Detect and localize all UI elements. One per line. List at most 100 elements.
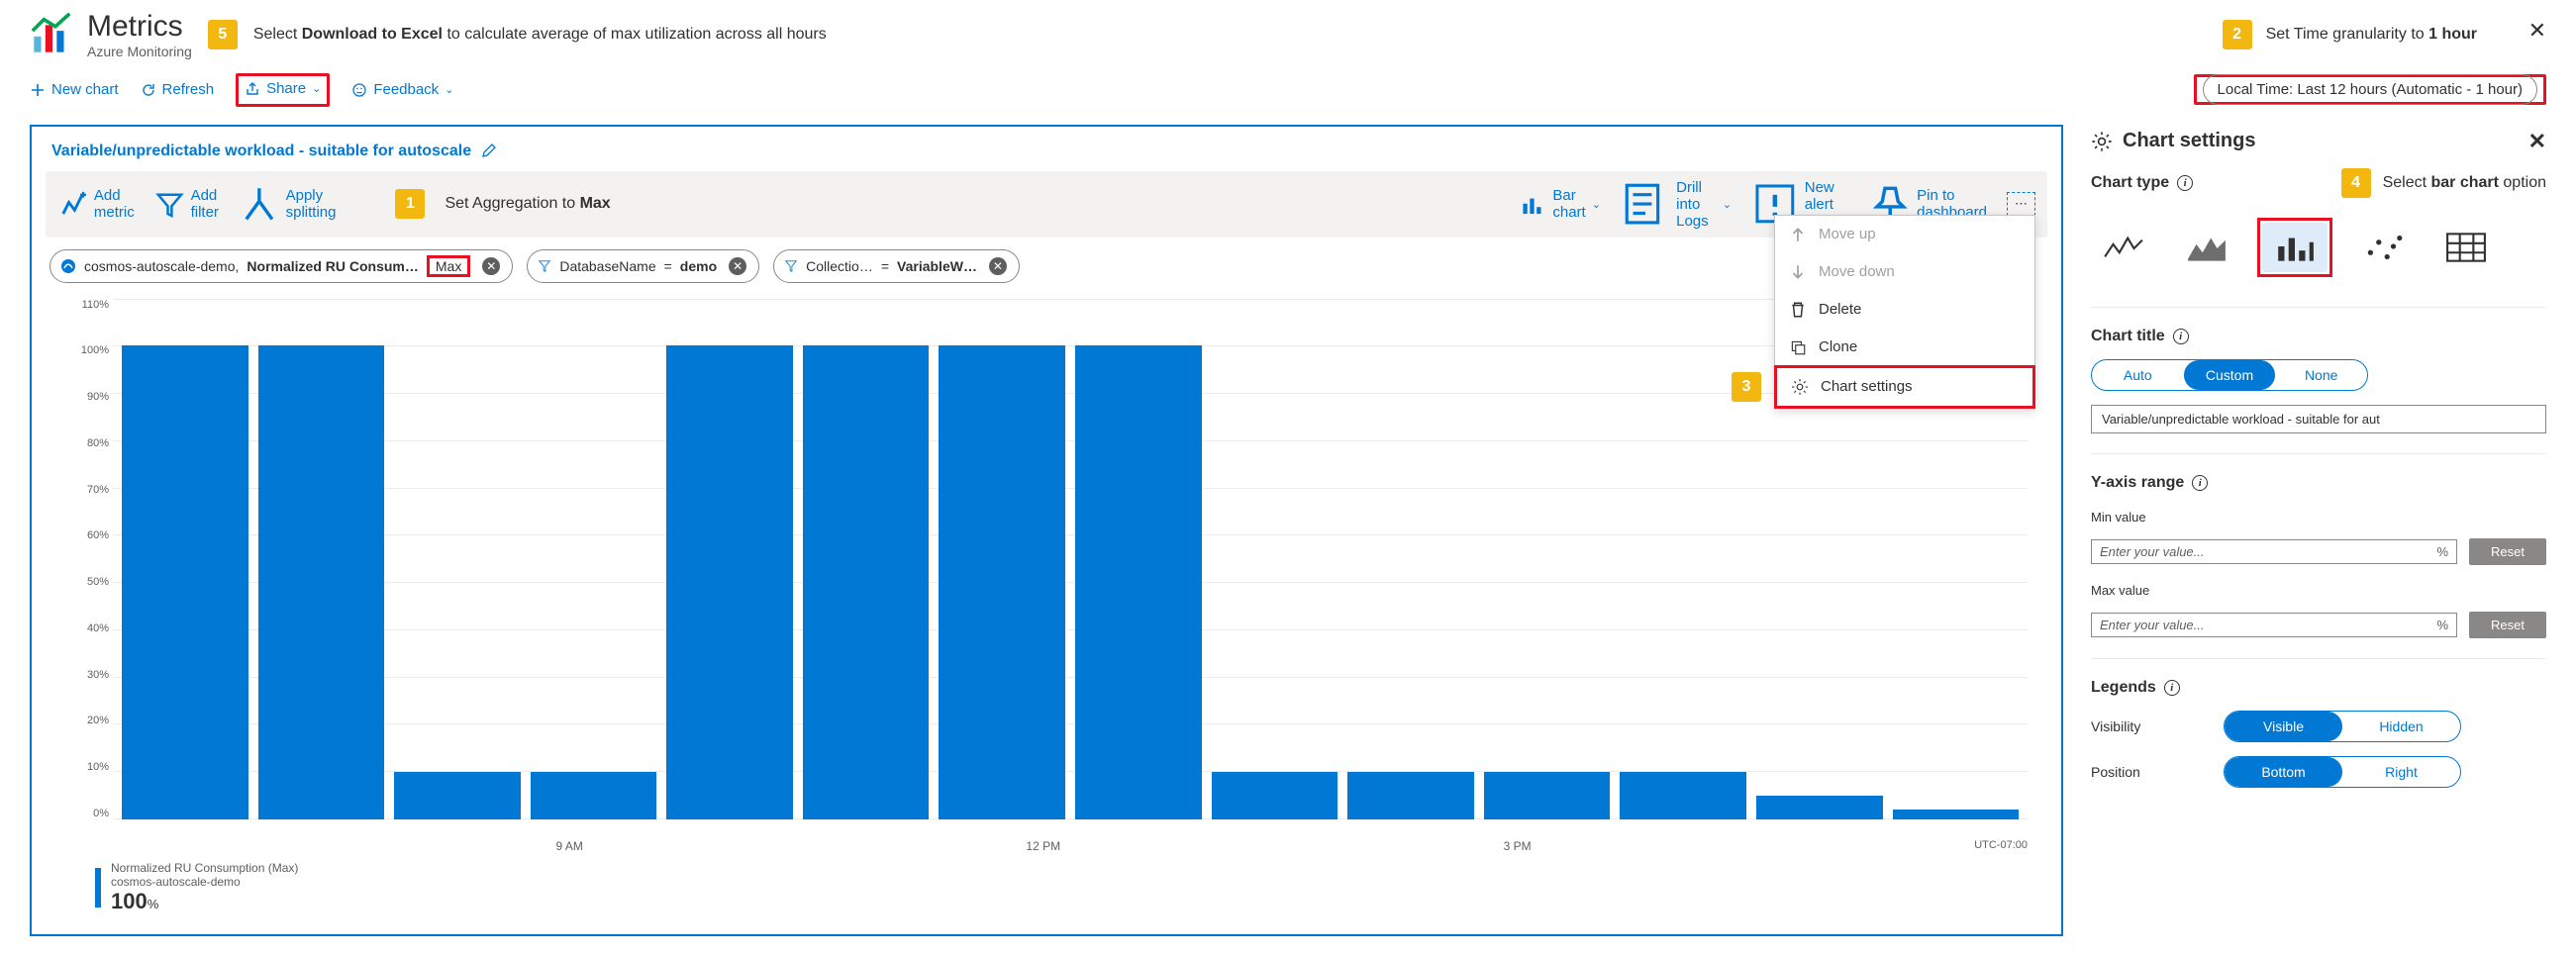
bar[interactable] (1347, 772, 1474, 819)
more-menu-button[interactable]: ⋯ (2007, 192, 2035, 216)
visibility-toggle[interactable]: Visible Hidden (2224, 711, 2461, 742)
info-icon[interactable]: i (2192, 475, 2208, 491)
drill-logs-button[interactable]: Drill into Logs⌄ (1621, 179, 1732, 230)
chart-legend: Normalized RU Consumption (Max) cosmos-a… (65, 853, 2028, 916)
legends-label: Legendsi (2091, 679, 2546, 697)
title-mode-custom[interactable]: Custom (2184, 360, 2276, 390)
chart-title: Variable/unpredictable workload - suitab… (51, 143, 471, 160)
title-mode-none[interactable]: None (2275, 360, 2367, 390)
min-value-label: Min value (2091, 510, 2546, 525)
callout-3: 3 (1732, 372, 1761, 402)
add-filter-button[interactable]: Add filter (154, 187, 219, 221)
panel-title: Chart settings (2123, 130, 2255, 152)
feedback-button[interactable]: Feedback ⌄ (351, 81, 453, 98)
title-mode-auto[interactable]: Auto (2092, 360, 2184, 390)
metrics-icon (30, 11, 75, 59)
y-axis-labels: 110%100%90%80%70%60%50%40%30%20%10%0% (65, 299, 109, 820)
chart-type-bar-highlight (2257, 218, 2332, 277)
callout-5: 5 (208, 20, 238, 49)
chart-settings-panel: Chart settings ✕ Chart typei 4 Select ba… (2091, 125, 2546, 937)
visibility-label: Visibility (2091, 718, 2210, 734)
callout-1: 1 (395, 189, 425, 219)
position-right[interactable]: Right (2342, 757, 2460, 787)
chart-type-area[interactable] (2174, 223, 2239, 272)
page-header: Metrics Azure Monitoring 5 Select Downlo… (0, 0, 2576, 63)
callout-1-text: Set Aggregation to Max (445, 195, 610, 213)
reset-max-button[interactable]: Reset (2469, 612, 2546, 638)
bar[interactable] (1212, 772, 1338, 819)
page-title: Metrics (87, 10, 192, 44)
bar[interactable] (1756, 796, 1883, 819)
share-button[interactable]: Share ⌄ (245, 80, 321, 97)
logo-block: Metrics Azure Monitoring (30, 10, 192, 59)
chart-title-section-label: Chart titlei (2091, 328, 2546, 345)
info-icon[interactable]: i (2173, 329, 2189, 344)
bar[interactable] (1484, 772, 1611, 819)
bar[interactable] (1075, 345, 1202, 819)
callout-2-text: Set Time granularity to 1 hour (2266, 26, 2477, 44)
callout-4-text: Select bar chart option (2383, 174, 2546, 192)
new-chart-button[interactable]: New chart (30, 81, 119, 98)
metric-pill[interactable]: cosmos-autoscale-demo, Normalized RU Con… (50, 249, 513, 283)
bar[interactable] (1893, 810, 2020, 819)
bar[interactable] (939, 345, 1065, 819)
remove-icon[interactable]: ✕ (989, 257, 1007, 275)
max-value-label: Max value (2091, 583, 2546, 598)
bar[interactable] (531, 772, 657, 819)
ctx-move-up[interactable]: Move up (1775, 216, 2034, 253)
position-bottom[interactable]: Bottom (2225, 757, 2342, 787)
chart-type-dropdown[interactable]: Bar chart⌄ (1520, 187, 1601, 221)
max-value-input[interactable]: Enter your value...% (2091, 613, 2457, 637)
apply-splitting-button[interactable]: Apply splitting (239, 183, 337, 225)
info-icon[interactable]: i (2164, 680, 2180, 696)
bar[interactable] (666, 345, 793, 819)
gear-icon (2091, 131, 2113, 152)
panel-close-icon[interactable]: ✕ (2528, 129, 2546, 154)
aggregation-highlight: Max (427, 255, 470, 277)
filter-coll-pill[interactable]: Collectio… = VariableW… ✕ (773, 249, 1020, 283)
info-icon[interactable]: i (2177, 175, 2193, 191)
ctx-clone[interactable]: Clone (1775, 329, 2034, 366)
timezone-label: UTC-07:00 (1974, 839, 2028, 853)
time-range-picker[interactable]: Local Time: Last 12 hours (Automatic - 1… (2203, 74, 2537, 105)
callout-2: 2 (2223, 20, 2252, 49)
min-value-input[interactable]: Enter your value...% (2091, 539, 2457, 564)
bar[interactable] (122, 345, 248, 819)
refresh-button[interactable]: Refresh (141, 81, 215, 98)
filter-db-pill[interactable]: DatabaseName = demo ✕ (527, 249, 759, 283)
chart-title-input[interactable] (2091, 405, 2546, 433)
chart-type-scatter[interactable] (2350, 223, 2416, 272)
top-toolbar: New chart Refresh Share ⌄ Feedback ⌄ Loc… (0, 63, 2576, 125)
chart-title-mode[interactable]: Auto Custom None (2091, 359, 2368, 391)
ctx-move-down[interactable]: Move down (1775, 253, 2034, 291)
reset-min-button[interactable]: Reset (2469, 538, 2546, 565)
remove-icon[interactable]: ✕ (482, 257, 500, 275)
x-axis-labels: 9 AM 12 PM 3 PM UTC-07:00 (65, 837, 2028, 853)
position-label: Position (2091, 764, 2210, 780)
ctx-chart-settings[interactable]: Chart settings (1774, 365, 2035, 409)
page-subtitle: Azure Monitoring (87, 44, 192, 59)
visibility-visible[interactable]: Visible (2225, 712, 2342, 741)
chart-type-grid[interactable] (2433, 223, 2499, 272)
metric-pill-row: cosmos-autoscale-demo, Normalized RU Con… (46, 238, 2047, 289)
edit-title-icon[interactable] (481, 143, 497, 161)
chart-type-line[interactable] (2091, 223, 2156, 272)
bar[interactable] (258, 345, 385, 819)
ctx-delete[interactable]: Delete (1775, 291, 2034, 329)
bar[interactable] (803, 345, 930, 819)
visibility-hidden[interactable]: Hidden (2342, 712, 2460, 741)
chevron-down-icon: ⌄ (312, 82, 321, 95)
chart-card: Variable/unpredictable workload - suitab… (30, 125, 2063, 937)
share-button-highlight: Share ⌄ (236, 73, 330, 107)
bar[interactable] (394, 772, 521, 819)
time-range-highlight: Local Time: Last 12 hours (Automatic - 1… (2194, 74, 2546, 105)
position-toggle[interactable]: Bottom Right (2224, 756, 2461, 788)
callout-4: 4 (2341, 168, 2371, 198)
chart-toolbar: Add metric Add filter Apply splitting 1 … (46, 171, 2047, 238)
legend-swatch (95, 868, 101, 908)
bar[interactable] (1620, 772, 1746, 819)
close-icon[interactable]: ✕ (2528, 18, 2546, 44)
remove-icon[interactable]: ✕ (729, 257, 746, 275)
add-metric-button[interactable]: Add metric (57, 187, 135, 221)
chart-type-bar[interactable] (2262, 223, 2328, 272)
